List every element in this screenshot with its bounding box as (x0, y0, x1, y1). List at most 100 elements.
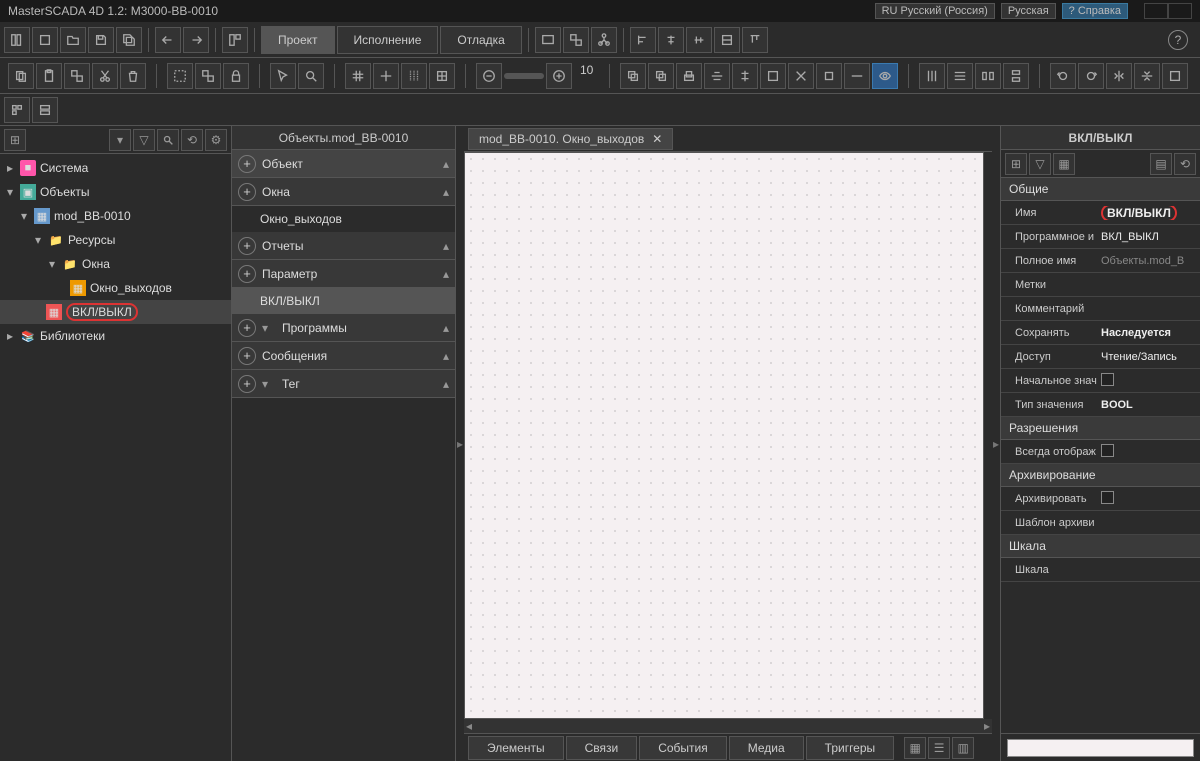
group-button[interactable] (167, 63, 193, 89)
cat-programs[interactable]: +▾Программы▴ (232, 314, 455, 342)
grid-btn-4[interactable] (429, 63, 455, 89)
tab-debug[interactable]: Отладка (440, 26, 521, 54)
order-btn-4[interactable] (704, 63, 730, 89)
align-btn-3[interactable] (686, 27, 712, 53)
tab-execution[interactable]: Исполнение (337, 26, 439, 54)
tree-windows[interactable]: ▾📁Окна (0, 252, 231, 276)
cat-windows[interactable]: +Окна▴ (232, 178, 455, 206)
alwaysshow-checkbox[interactable] (1101, 444, 1114, 457)
screen-btn-2[interactable] (563, 27, 589, 53)
tree-filter-button[interactable]: ▽ (133, 129, 155, 151)
prop-archive[interactable]: Архивировать (1001, 487, 1200, 511)
view-mode-button[interactable] (872, 63, 898, 89)
cat-tag[interactable]: +▾Тег▴ (232, 370, 455, 398)
tree-search-button[interactable] (157, 129, 179, 151)
tree-window-outputs[interactable]: ▦Окно_выходов (0, 276, 231, 300)
cat-reports[interactable]: +Отчеты▴ (232, 232, 455, 260)
flip-h-button[interactable] (1106, 63, 1132, 89)
order-btn-8[interactable] (816, 63, 842, 89)
minimize-button[interactable] (1144, 3, 1168, 19)
prop-access[interactable]: Доступ Чтение/Запись (1001, 345, 1200, 369)
ungroup-button[interactable] (195, 63, 221, 89)
archive-checkbox[interactable] (1101, 491, 1114, 504)
prop-progname[interactable]: Программное и ВКЛ_ВЫКЛ (1001, 225, 1200, 249)
delete-button[interactable] (120, 63, 146, 89)
maximize-button[interactable] (1168, 3, 1192, 19)
zoom-slider[interactable] (504, 73, 544, 79)
prop-btn-5[interactable]: ⟲ (1174, 153, 1196, 175)
zoom-out-button[interactable] (476, 63, 502, 89)
prop-btn-1[interactable]: ⊞ (1005, 153, 1027, 175)
align-btn-2[interactable] (658, 27, 684, 53)
cat-messages[interactable]: +Сообщения▴ (232, 342, 455, 370)
help-button[interactable]: ? Справка (1062, 3, 1128, 19)
zoom-in-button[interactable] (546, 63, 572, 89)
prop-comment[interactable]: Комментарий (1001, 297, 1200, 321)
cat-object[interactable]: +Объект▴ (232, 150, 455, 178)
order-btn-7[interactable] (788, 63, 814, 89)
order-btn-6[interactable] (760, 63, 786, 89)
cat-item-vkl[interactable]: ВКЛ/ВЫКЛ (232, 288, 455, 314)
sub-btn-2[interactable] (32, 97, 58, 123)
toolbar-btn-1[interactable] (4, 27, 30, 53)
btab-media[interactable]: Медиа (729, 736, 804, 760)
align-btn-4[interactable] (714, 27, 740, 53)
panel-splitter-left[interactable]: ▸ (456, 126, 464, 761)
screen-btn-1[interactable] (535, 27, 561, 53)
grid-btn-2[interactable] (373, 63, 399, 89)
horizontal-scrollbar[interactable]: ◂ ▸ (464, 719, 992, 733)
view-list-icon[interactable]: ☰ (928, 737, 950, 759)
undo-button[interactable] (155, 27, 181, 53)
prop-name[interactable]: Имя ВКЛ/ВЫКЛ (1001, 201, 1200, 225)
prop-btn-3[interactable]: ▦ (1053, 153, 1075, 175)
save-all-button[interactable] (116, 27, 142, 53)
rotate-btn-2[interactable] (1078, 63, 1104, 89)
paste-button[interactable] (36, 63, 62, 89)
close-tab-icon[interactable]: ✕ (652, 132, 662, 146)
view-grid-icon[interactable]: ▦ (904, 737, 926, 759)
tree-libraries[interactable]: ▸📚Библиотеки (0, 324, 231, 348)
tree-collapse-button[interactable]: ▾ (109, 129, 131, 151)
section-permissions[interactable]: Разрешения (1001, 417, 1200, 440)
section-scale[interactable]: Шкала (1001, 535, 1200, 558)
tree-expand-button[interactable]: ⊞ (4, 129, 26, 151)
prop-valtype[interactable]: Тип значения BOOL (1001, 393, 1200, 417)
prop-fullname[interactable]: Полное имя Объекты.mod_B (1001, 249, 1200, 273)
hierarchy-btn[interactable] (591, 27, 617, 53)
cat-item-window-outputs[interactable]: Окно_выходов (232, 206, 455, 232)
tree-resources[interactable]: ▾📁Ресурсы (0, 228, 231, 252)
rotate-btn-1[interactable] (1050, 63, 1076, 89)
panel-splitter-right[interactable]: ▸ (992, 126, 1000, 761)
help-icon[interactable]: ? (1168, 30, 1188, 50)
flip-v-button[interactable] (1134, 63, 1160, 89)
tree-mod[interactable]: ▾▦mod_BB-0010 (0, 204, 231, 228)
btab-links[interactable]: Связи (566, 736, 638, 760)
tree-objects[interactable]: ▾▣Объекты (0, 180, 231, 204)
tree-system[interactable]: ▸■Система (0, 156, 231, 180)
order-btn-5[interactable] (732, 63, 758, 89)
prop-initval[interactable]: Начальное знач (1001, 369, 1200, 393)
prop-btn-4[interactable]: ▤ (1150, 153, 1172, 175)
btab-events[interactable]: События (639, 736, 727, 760)
prop-scale[interactable]: Шкала (1001, 558, 1200, 582)
order-btn-9[interactable] (844, 63, 870, 89)
dist-btn-2[interactable] (947, 63, 973, 89)
keyboard-indicator[interactable]: Русская (1001, 3, 1056, 19)
cut-button[interactable] (92, 63, 118, 89)
btab-elements[interactable]: Элементы (468, 736, 564, 760)
layout-button[interactable] (222, 27, 248, 53)
order-btn-3[interactable] (676, 63, 702, 89)
cat-parameter[interactable]: +Параметр▴ (232, 260, 455, 288)
dist-btn-1[interactable] (919, 63, 945, 89)
pointer-button[interactable] (270, 63, 296, 89)
open-button[interactable] (60, 27, 86, 53)
align-btn-1[interactable] (630, 27, 656, 53)
design-canvas[interactable] (464, 152, 984, 719)
prop-alwaysshow[interactable]: Всегда отображ (1001, 440, 1200, 464)
tree-link-button[interactable]: ⟲ (181, 129, 203, 151)
section-general[interactable]: Общие (1001, 178, 1200, 201)
tab-project[interactable]: Проект (261, 26, 335, 54)
new-button[interactable] (32, 27, 58, 53)
dist-btn-3[interactable] (975, 63, 1001, 89)
view-cols-icon[interactable]: ▥ (952, 737, 974, 759)
